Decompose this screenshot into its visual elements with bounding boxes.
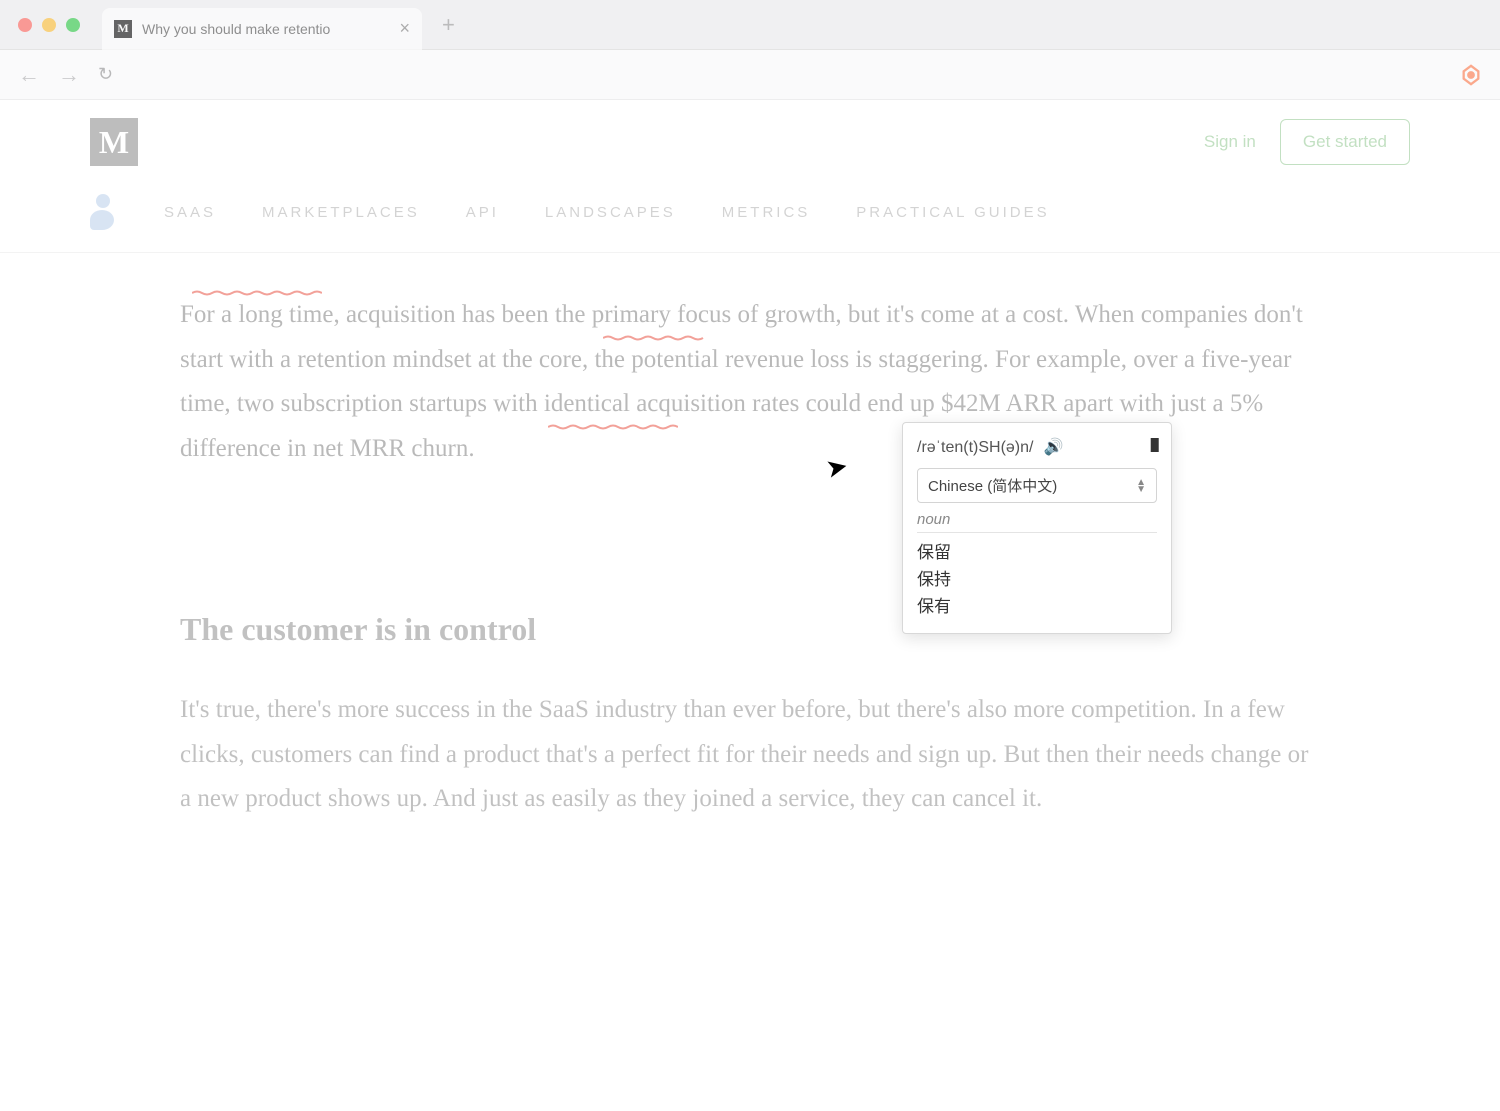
site-header: M Sign in Get started [0, 100, 1500, 184]
translation-list: 保留 保持 保有 [917, 539, 1157, 621]
language-selected-label: Chinese (简体中文) [928, 475, 1057, 496]
part-of-speech: noun [917, 511, 1157, 533]
select-arrows-icon: ▲▼ [1136, 479, 1146, 493]
nav-marketplaces[interactable]: MARKETPLACES [262, 204, 420, 221]
highlight-underline [192, 283, 322, 289]
nav-practical-guides[interactable]: PRACTICAL GUIDES [856, 204, 1049, 221]
header-actions: Sign in Get started [1204, 119, 1410, 165]
nav-saas[interactable]: SAAS [164, 204, 216, 221]
translation-item: 保持 [917, 566, 1157, 593]
page-content: M Sign in Get started SAAS MARKETPLACES … [0, 100, 1500, 1111]
new-tab-button[interactable]: + [442, 12, 455, 38]
phonetic-text: /rəˈten(t)SH(ə)n/ [917, 439, 1033, 456]
highlight-underline [548, 417, 678, 423]
tab-close-icon[interactable]: × [399, 18, 410, 39]
publication-logo-icon[interactable] [90, 194, 118, 230]
speaker-icon[interactable]: 🔊 [1044, 439, 1064, 456]
nav-metrics[interactable]: METRICS [722, 204, 811, 221]
window-close[interactable] [18, 18, 32, 32]
article-paragraph: It's true, there's more success in the S… [180, 688, 1320, 822]
popup-header: /rəˈten(t)SH(ə)n/ 🔊 III [917, 435, 1157, 458]
tab-title: Why you should make retentio [142, 21, 389, 37]
window-minimize[interactable] [42, 18, 56, 32]
window-maximize[interactable] [66, 18, 80, 32]
tab-favicon-icon: M [114, 20, 132, 38]
back-button[interactable]: ← [18, 62, 40, 88]
article-body: For a long time, acquisition has been th… [0, 253, 1500, 862]
translation-popup: /rəˈten(t)SH(ə)n/ 🔊 III Chinese (简体中文) ▲… [902, 422, 1172, 634]
extension-icon[interactable] [1460, 64, 1482, 86]
medium-logo[interactable]: M [90, 118, 138, 166]
translation-item: 保有 [917, 593, 1157, 620]
language-select[interactable]: Chinese (简体中文) ▲▼ [917, 468, 1157, 503]
browser-tab-bar: M Why you should make retentio × + [0, 0, 1500, 50]
translation-item: 保留 [917, 539, 1157, 566]
reload-button[interactable]: ↻ [98, 64, 113, 85]
traffic-lights [18, 18, 80, 32]
sign-in-link[interactable]: Sign in [1204, 132, 1256, 152]
phonetic-row: /rəˈten(t)SH(ə)n/ 🔊 [917, 437, 1064, 457]
get-started-button[interactable]: Get started [1280, 119, 1410, 165]
forward-button[interactable]: → [58, 62, 80, 88]
browser-tab[interactable]: M Why you should make retentio × [102, 8, 422, 50]
highlight-underline [603, 328, 707, 334]
browser-toolbar: ← → ↻ [0, 50, 1500, 100]
nav-api[interactable]: API [466, 204, 499, 221]
nav-landscapes[interactable]: LANDSCAPES [545, 204, 676, 221]
publication-nav: SAAS MARKETPLACES API LANDSCAPES METRICS… [0, 184, 1500, 253]
columns-icon[interactable]: III [1149, 435, 1157, 458]
